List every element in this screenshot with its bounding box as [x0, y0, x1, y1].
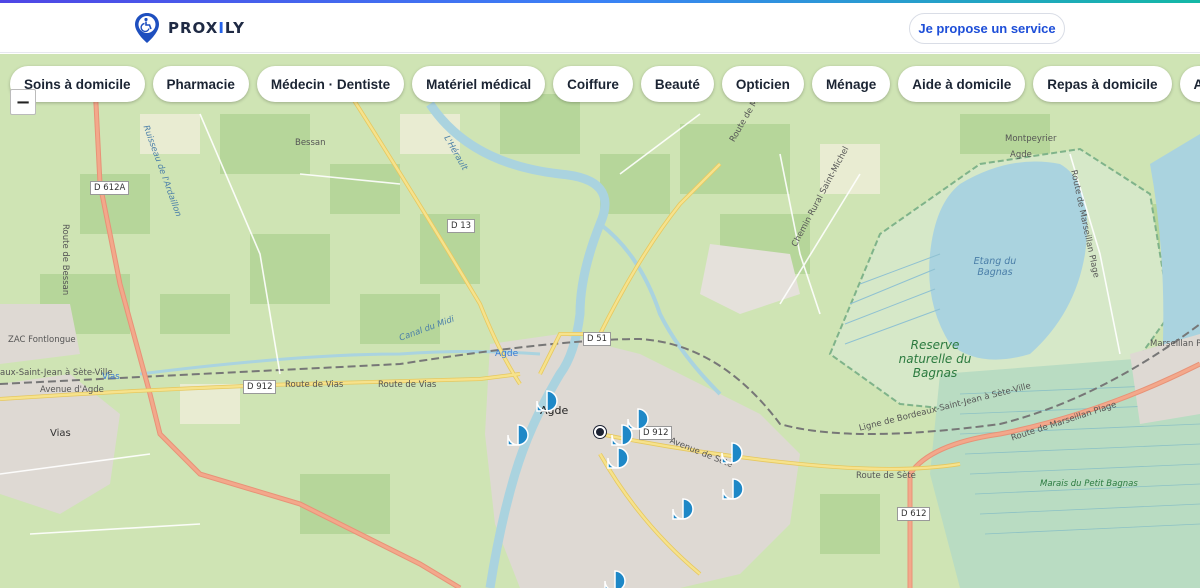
label-bessan: Bessan	[295, 138, 326, 148]
road-tag-d51: D 51	[583, 332, 612, 346]
label-route-de-vias: Route de Vias	[285, 380, 344, 390]
label-route-de-bessan: Route de Bessan	[60, 224, 70, 296]
service-marker-icon[interactable]	[611, 424, 633, 446]
service-marker-icon[interactable]	[672, 498, 694, 520]
road-tag-d612: D 612	[897, 507, 931, 521]
label-marais: Marais du Petit Bagnas	[1040, 479, 1138, 489]
service-marker-icon[interactable]	[536, 390, 558, 412]
chip-aide-a-domicile[interactable]: Aide à domicile	[898, 66, 1026, 102]
road-tag-d912-west: D 912	[243, 380, 277, 394]
label-agde-station: Agde	[495, 349, 519, 359]
map-view[interactable]: D 612A D 13 D 51 D 912 D 912 D 612 ZAC F…	[0, 54, 1200, 588]
chip-materiel-medical[interactable]: Matériel médical	[412, 66, 546, 102]
service-marker-icon[interactable]	[507, 424, 529, 446]
label-laux-saint-jean: aux-Saint-Jean à Sète-Ville	[0, 368, 113, 378]
label-vias-station: Vias	[102, 372, 120, 382]
current-location-marker	[594, 426, 606, 438]
propose-service-button[interactable]: Je propose un service	[909, 13, 1065, 44]
chip-beaute[interactable]: Beauté	[640, 66, 714, 102]
accessibility-pin-icon	[135, 13, 159, 43]
label-reserve: Reserve naturelle du Bagnas	[898, 338, 972, 380]
label-agde-ne: Agde	[1010, 150, 1032, 160]
service-marker-icon[interactable]	[722, 478, 744, 500]
chip-medecin-dentiste[interactable]: Médecin · Dentiste	[256, 66, 405, 102]
service-marker-icon[interactable]	[607, 447, 629, 469]
label-marseillan-plage: Marseillan Plage	[1150, 339, 1200, 349]
app-header: PROXILY Je propose un service	[0, 3, 1200, 53]
chip-coiffure[interactable]: Coiffure	[553, 66, 633, 102]
service-marker-icon[interactable]	[721, 442, 743, 464]
road-tag-d13: D 13	[447, 219, 476, 233]
brand-name: PROXILY	[168, 19, 246, 37]
label-route-de-vias-2: Route de Vias	[378, 380, 437, 390]
road-tag-d612a: D 612A	[90, 181, 130, 195]
label-vias-town: Vias	[50, 428, 71, 439]
chip-opticien[interactable]: Opticien	[721, 66, 804, 102]
chip-aide-administrative[interactable]: Aide admi	[1179, 66, 1200, 102]
service-marker-icon[interactable]	[604, 570, 626, 588]
label-etang: Etang du Bagnas	[973, 256, 1017, 278]
label-montpeyrier: Montpeyrier	[1005, 134, 1057, 144]
zoom-out-button[interactable]: −	[10, 89, 36, 115]
label-route-de-sete: Route de Sète	[856, 471, 916, 481]
chip-pharmacie[interactable]: Pharmacie	[152, 66, 249, 102]
label-avenue-agde: Avenue d'Agde	[40, 385, 104, 395]
category-filter-bar: Soins à domicile Pharmacie Médecin · Den…	[10, 66, 1200, 102]
chip-repas-a-domicile[interactable]: Repas à domicile	[1033, 66, 1172, 102]
label-zac: ZAC Fontlongue	[8, 335, 76, 345]
brand-logo[interactable]: PROXILY	[134, 12, 245, 44]
chip-menage[interactable]: Ménage	[811, 66, 891, 102]
